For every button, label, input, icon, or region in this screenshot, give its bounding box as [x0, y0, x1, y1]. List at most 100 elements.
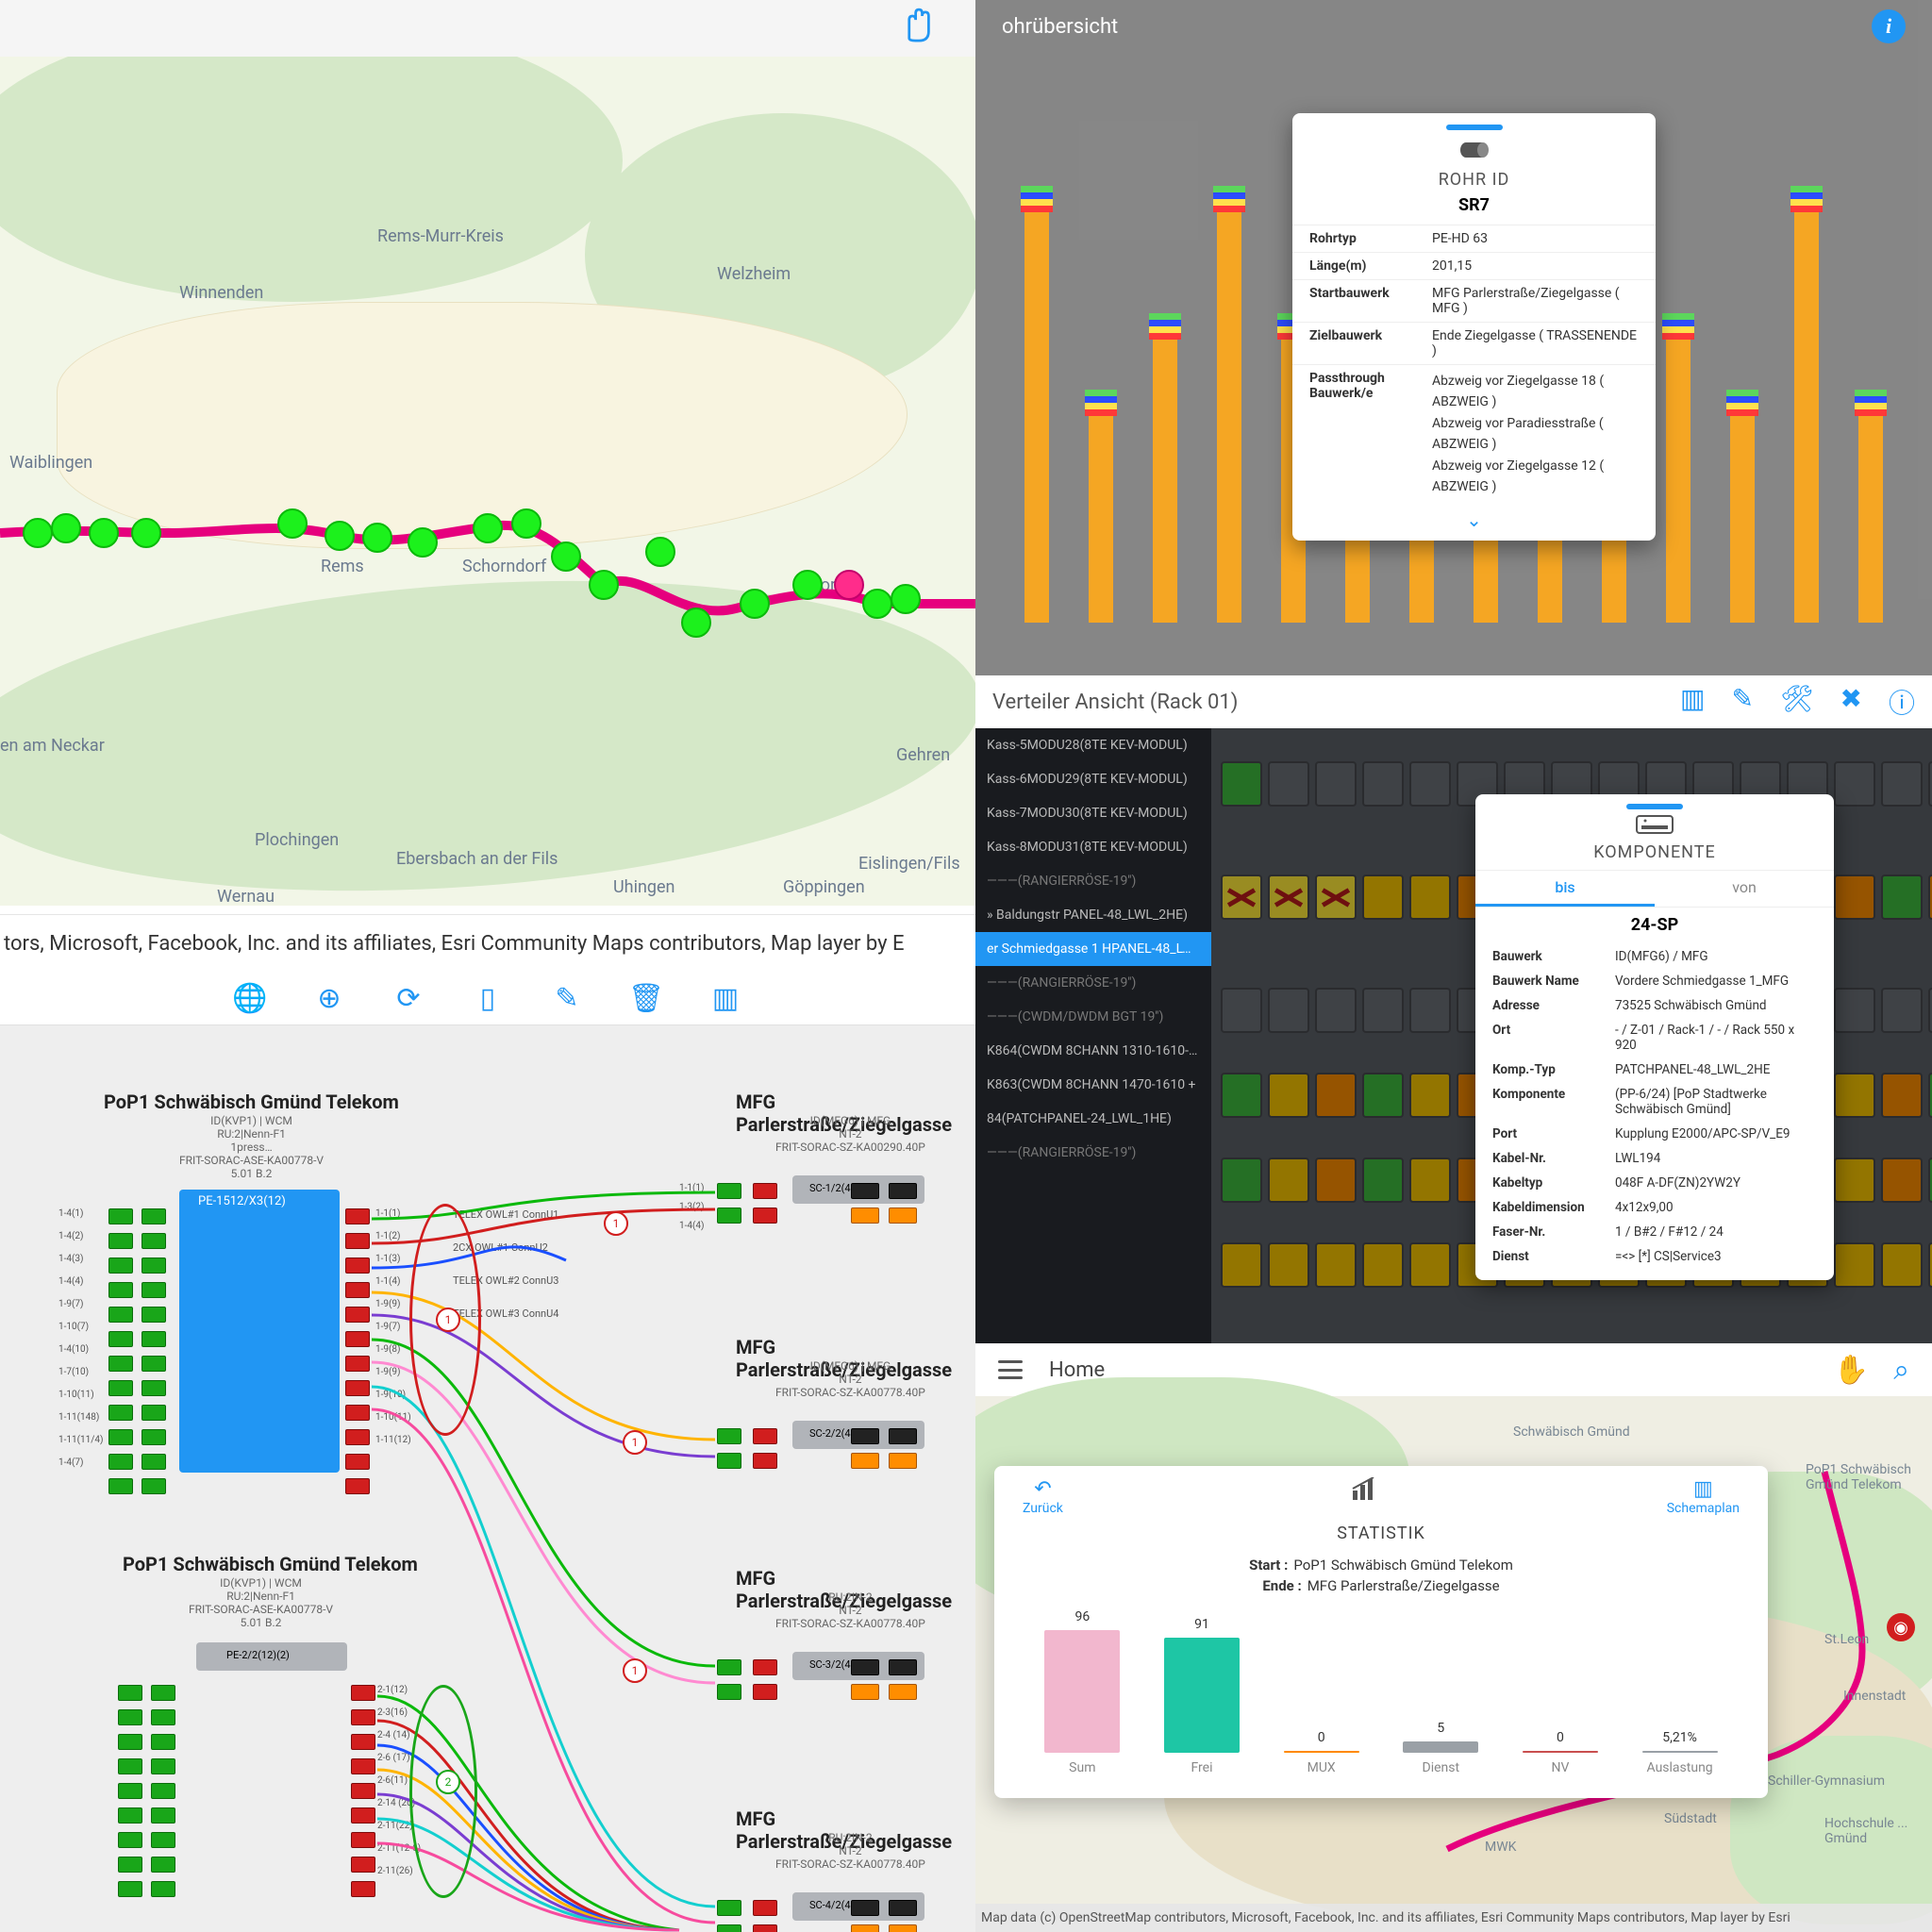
anno-num-1: 1 [623, 1658, 647, 1683]
palm-icon[interactable] [896, 6, 938, 52]
wrench-icon[interactable]: 🛠 [1780, 683, 1814, 721]
ladder-icon[interactable]: ▥ [707, 979, 744, 1017]
bar-label: Dienst [1423, 1760, 1460, 1775]
end-label: Ende : [1262, 1577, 1301, 1594]
sidebar-item[interactable]: 84(PATCHPANEL-24_LWL_1HE) [975, 1102, 1211, 1136]
route-node[interactable] [473, 513, 503, 543]
route-node-active[interactable] [834, 570, 864, 600]
sidebar-item[interactable]: Kass-8MODU31(8TE KEV-MODUL) [975, 830, 1211, 864]
tab-von[interactable]: von [1655, 871, 1834, 907]
schematic-toolbar: 🌐 ⊕ ⟳ ▯ ✎ 🗑 ▥ [0, 972, 975, 1025]
rohr-header: ohrübersicht i [975, 0, 1932, 53]
bar-label: Frei [1191, 1760, 1212, 1775]
schematic-canvas[interactable]: PoP1 Schwäbisch Gmünd Telekom ID(KVP1) |… [0, 1024, 975, 1932]
panel-home: Home ✋⌕ Schwäbisch GmündPoP1 Schwäbisch … [975, 1343, 1932, 1932]
sidebar-item[interactable]: er Schmiedgasse 1 HPANEL-48_LWL_2HE) [975, 932, 1211, 966]
route-node[interactable] [89, 518, 119, 548]
route-node[interactable] [277, 508, 308, 539]
rohr-id-card[interactable]: ROHR ID SR7 RohrtypPE-HD 63Länge(m)201,1… [1292, 113, 1656, 541]
end-value: MFG Parlerstraße/Ziegelgasse [1307, 1577, 1500, 1594]
route-node[interactable] [645, 537, 675, 567]
kv-key: Rohrtyp [1309, 231, 1432, 246]
kv-row: Ort- / Z-01 / Rack-1 / - / Rack 550 x 92… [1475, 1018, 1834, 1058]
route-node[interactable] [511, 508, 541, 539]
sidebar-item[interactable]: ———(RANGIERRÖSE-19'') [975, 966, 1211, 1000]
drag-handle[interactable] [1626, 804, 1683, 809]
kv-key: Adresse [1492, 998, 1615, 1013]
rack-icon[interactable]: ▯ [469, 979, 507, 1017]
card-title: KOMPONENTE [1475, 842, 1834, 862]
route-node[interactable] [23, 518, 53, 548]
passthrough-row: Passthrough Bauwerk/e Abzweig vor Ziegel… [1292, 364, 1656, 503]
route-node[interactable] [681, 608, 711, 638]
rack-title: Verteiler Ansicht (Rack 01) [992, 691, 1238, 714]
sidebar-item[interactable]: Kass-7MODU30(8TE KEV-MODUL) [975, 796, 1211, 830]
anno-num-1: 1 [604, 1211, 628, 1236]
tab-bis[interactable]: bis [1475, 871, 1655, 907]
sidebar-item[interactable]: Kass-6MODU29(8TE KEV-MODUL) [975, 762, 1211, 796]
rack-sidebar[interactable]: Kass-5MODU28(8TE KEV-MODUL)Kass-6MODU29(… [975, 728, 1211, 1343]
route-node[interactable] [862, 589, 892, 619]
back-button[interactable]: ↶ Zurück [1023, 1477, 1063, 1516]
route-node[interactable] [131, 518, 161, 548]
search-icon[interactable]: ⌕ [1893, 1354, 1909, 1387]
kv-value: ID(MFG6) / MFG [1615, 949, 1817, 964]
info-icon[interactable]: i [1872, 9, 1906, 43]
drag-handle[interactable] [1446, 125, 1503, 130]
sidebar-item[interactable]: » Baldungstr PANEL-48_LWL_2HE) [975, 898, 1211, 932]
bar-value: 0 [1557, 1730, 1564, 1745]
globe-arrow-icon[interactable]: 🌐 [231, 979, 269, 1017]
schemaplan-button[interactable]: ▥ Schemaplan [1667, 1477, 1740, 1516]
sidebar-item[interactable]: K864(CWDM 8CHANN 1310-1610-LC) [975, 1034, 1211, 1068]
rack-header: Verteiler Ansicht (Rack 01) ▥ ✎ 🛠 ✖ ⓘ [975, 675, 1932, 729]
palm-icon[interactable]: ✋ [1834, 1354, 1869, 1387]
route-node[interactable] [792, 570, 823, 600]
map-header [0, 0, 975, 58]
card-tabs: bis von [1475, 870, 1834, 908]
rack-icon [1475, 815, 1834, 839]
chevron-down-icon[interactable]: ⌄ [1292, 503, 1656, 541]
sidebar-item[interactable]: ———(RANGIERRÖSE-19'') [975, 864, 1211, 898]
trash-icon[interactable]: 🗑 [627, 979, 665, 1017]
start-value: PoP1 Schwäbisch Gmünd Telekom [1293, 1557, 1513, 1574]
anno-num-1: 1 [623, 1430, 647, 1455]
kv-key: Port [1492, 1126, 1615, 1141]
hamburger-icon[interactable] [998, 1360, 1023, 1379]
ladder-icon[interactable]: ▥ [1680, 683, 1705, 721]
stat-bar: 96 Sum [1035, 1609, 1129, 1775]
sidebar-item[interactable]: K863(CWDM 8CHANN 1470-1610 + [975, 1068, 1211, 1102]
statistik-card[interactable]: ↶ Zurück ▥ Schemaplan STATISTIK Start :P… [994, 1466, 1768, 1798]
route-node[interactable] [891, 584, 921, 614]
rohr-title: ohrübersicht [1002, 15, 1118, 39]
route-node[interactable] [551, 541, 581, 572]
panel-schematic: 🌐 ⊕ ⟳ ▯ ✎ 🗑 ▥ PoP1 Schwäbisch Gmünd Telekom ID… [0, 972, 975, 1932]
target-icon[interactable]: ⊕ [310, 979, 348, 1017]
passthrough-values: Abzweig vor Ziegelgasse 18 ( ABZWEIG )Ab… [1432, 371, 1639, 497]
bar-value: 5 [1437, 1721, 1444, 1736]
pencil-icon[interactable]: ✎ [1732, 683, 1754, 721]
sidebar-item[interactable]: ———(CWDM/DWDM BGT 19'') [975, 1000, 1211, 1034]
route-node[interactable] [51, 513, 81, 543]
card-title: ROHR ID [1292, 170, 1656, 190]
pencil-icon[interactable]: ✎ [548, 979, 586, 1017]
sidebar-item[interactable]: ———(RANGIERRÖSE-19'') [975, 1136, 1211, 1170]
komponente-card[interactable]: KOMPONENTE bis von 24-SP BauwerkID(MFG6)… [1475, 794, 1834, 1280]
refresh-icon[interactable]: ⟳ [390, 979, 427, 1017]
route-node[interactable] [589, 570, 619, 600]
stats-icon [1063, 1477, 1667, 1508]
route-node[interactable] [408, 527, 438, 558]
map-overview[interactable]: WinnendenRems-Murr-KreisWelzheimWaibling… [0, 57, 975, 906]
rack-body[interactable]: Kass-5MODU28(8TE KEV-MODUL)Kass-6MODU29(… [975, 728, 1932, 1343]
panel-map-overview: WinnendenRems-Murr-KreisWelzheimWaibling… [0, 0, 975, 972]
kv-row: PortKupplung E2000/APC-SP/V_E9 [1475, 1122, 1834, 1146]
stat-title: STATISTIK [1023, 1524, 1740, 1543]
sidebar-item[interactable]: Kass-5MODU28(8TE KEV-MODUL) [975, 728, 1211, 762]
info-icon[interactable]: ⓘ [1889, 683, 1915, 721]
bar-box [1523, 1751, 1598, 1753]
map-pin-icon[interactable]: ◉ [1887, 1613, 1915, 1641]
route-node[interactable] [740, 589, 770, 619]
route-node[interactable] [325, 521, 355, 551]
cross-wrench-icon[interactable]: ✖ [1840, 683, 1862, 721]
kv-value: PE-HD 63 [1432, 231, 1639, 246]
route-node[interactable] [362, 523, 392, 553]
